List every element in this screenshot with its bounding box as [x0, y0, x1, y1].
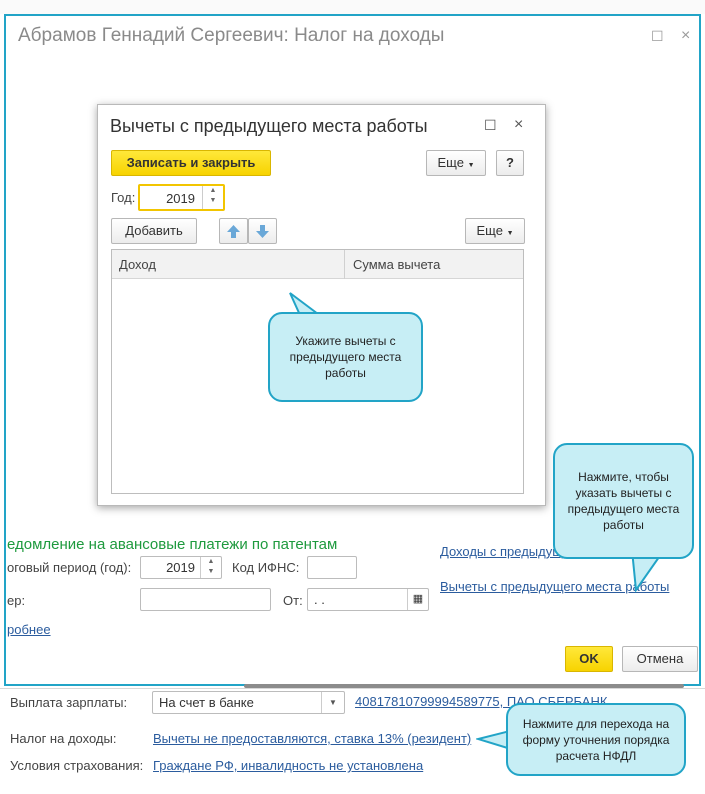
table-header: [112, 250, 523, 279]
save-and-close-button[interactable]: Записать и закрыть: [111, 150, 271, 176]
column-header-income[interactable]: Доход: [119, 257, 156, 272]
table-more-button[interactable]: Еще ▼: [465, 218, 525, 244]
year-stepper[interactable]: ▲ ▼: [202, 186, 223, 209]
period-value: 2019: [166, 560, 195, 575]
dropdown-icon[interactable]: ▼: [321, 692, 344, 713]
dialog-close-icon[interactable]: ×: [514, 116, 523, 134]
column-header-deduction-amount[interactable]: Сумма вычета: [353, 257, 440, 272]
link-hint-text: Нажмите, чтобы указать вычеты с предыдущ…: [567, 470, 680, 532]
main-window-title: Абрамов Геннадий Сергеевич: Налог на дох…: [18, 25, 445, 46]
from-date-input[interactable]: . . ▦: [307, 588, 429, 611]
year-label: Год:: [111, 190, 136, 205]
arrow-down-icon: [256, 225, 269, 238]
tax-settings-link[interactable]: Вычеты не предоставляются, ставка 13% (р…: [153, 731, 471, 746]
column-divider: [344, 250, 345, 279]
dialog-more-button[interactable]: Еще ▼: [426, 150, 486, 176]
chevron-down-icon: ▼: [506, 230, 514, 237]
period-label: оговый период (год):: [7, 560, 132, 575]
table-hint-callout: Укажите вычеты с предыдущего места работ…: [268, 312, 423, 402]
section-heading: едомление на авансовые платежи по патент…: [7, 536, 338, 553]
dialog-title: Вычеты с предыдущего места работы: [110, 116, 428, 136]
maximize-icon[interactable]: ☐: [651, 28, 664, 45]
background-top-strip: [0, 0, 705, 14]
year-value: 2019: [166, 191, 195, 206]
salary-select[interactable]: На счет в банке ▼: [152, 691, 345, 714]
dialog-more-label: Еще: [437, 155, 464, 170]
ifns-label: Код ИФНС:: [232, 560, 300, 575]
move-down-button[interactable]: [248, 218, 277, 244]
year-input[interactable]: 2019 ▲ ▼: [138, 184, 225, 211]
move-up-button[interactable]: [219, 218, 248, 244]
link-hint-callout: Нажмите, чтобы указать вычеты с предыдущ…: [553, 443, 694, 559]
period-stepper[interactable]: ▲ ▼: [200, 557, 221, 578]
cancel-button[interactable]: Отмена: [622, 646, 698, 672]
income-previous-job-link[interactable]: Доходы с предыдущ: [440, 544, 563, 559]
salary-label: Выплата зарплаты:: [10, 695, 128, 710]
from-date-value: . .: [314, 592, 325, 607]
insurance-label: Условия страхования:: [10, 758, 144, 773]
salary-value: На счет в банке: [159, 695, 254, 710]
period-input[interactable]: 2019 ▲ ▼: [140, 556, 222, 579]
dialog-maximize-icon[interactable]: ☐: [484, 117, 497, 134]
tax-hint-callout: Нажмите для перехода на форму уточнения …: [506, 703, 686, 776]
add-button[interactable]: Добавить: [111, 218, 197, 244]
arrow-up-icon: [227, 225, 240, 238]
ok-button[interactable]: OK: [565, 646, 613, 672]
from-label: От:: [283, 593, 303, 608]
number-label: ер:: [7, 593, 26, 608]
chevron-down-icon: ▼: [467, 162, 475, 169]
calendar-icon[interactable]: ▦: [407, 589, 428, 610]
table-hint-text: Укажите вычеты с предыдущего места работ…: [289, 334, 402, 380]
tax-label: Налог на доходы:: [10, 731, 117, 746]
number-input[interactable]: [140, 588, 271, 611]
more-details-link[interactable]: робнее: [7, 622, 51, 637]
table-more-label: Еще: [476, 223, 503, 238]
tax-hint-text: Нажмите для перехода на форму уточнения …: [522, 716, 670, 763]
close-icon[interactable]: ×: [681, 27, 690, 45]
ifns-input[interactable]: [307, 556, 357, 579]
help-button[interactable]: ?: [496, 150, 524, 176]
insurance-link[interactable]: Граждане РФ, инвалидность не установлена: [153, 758, 423, 773]
